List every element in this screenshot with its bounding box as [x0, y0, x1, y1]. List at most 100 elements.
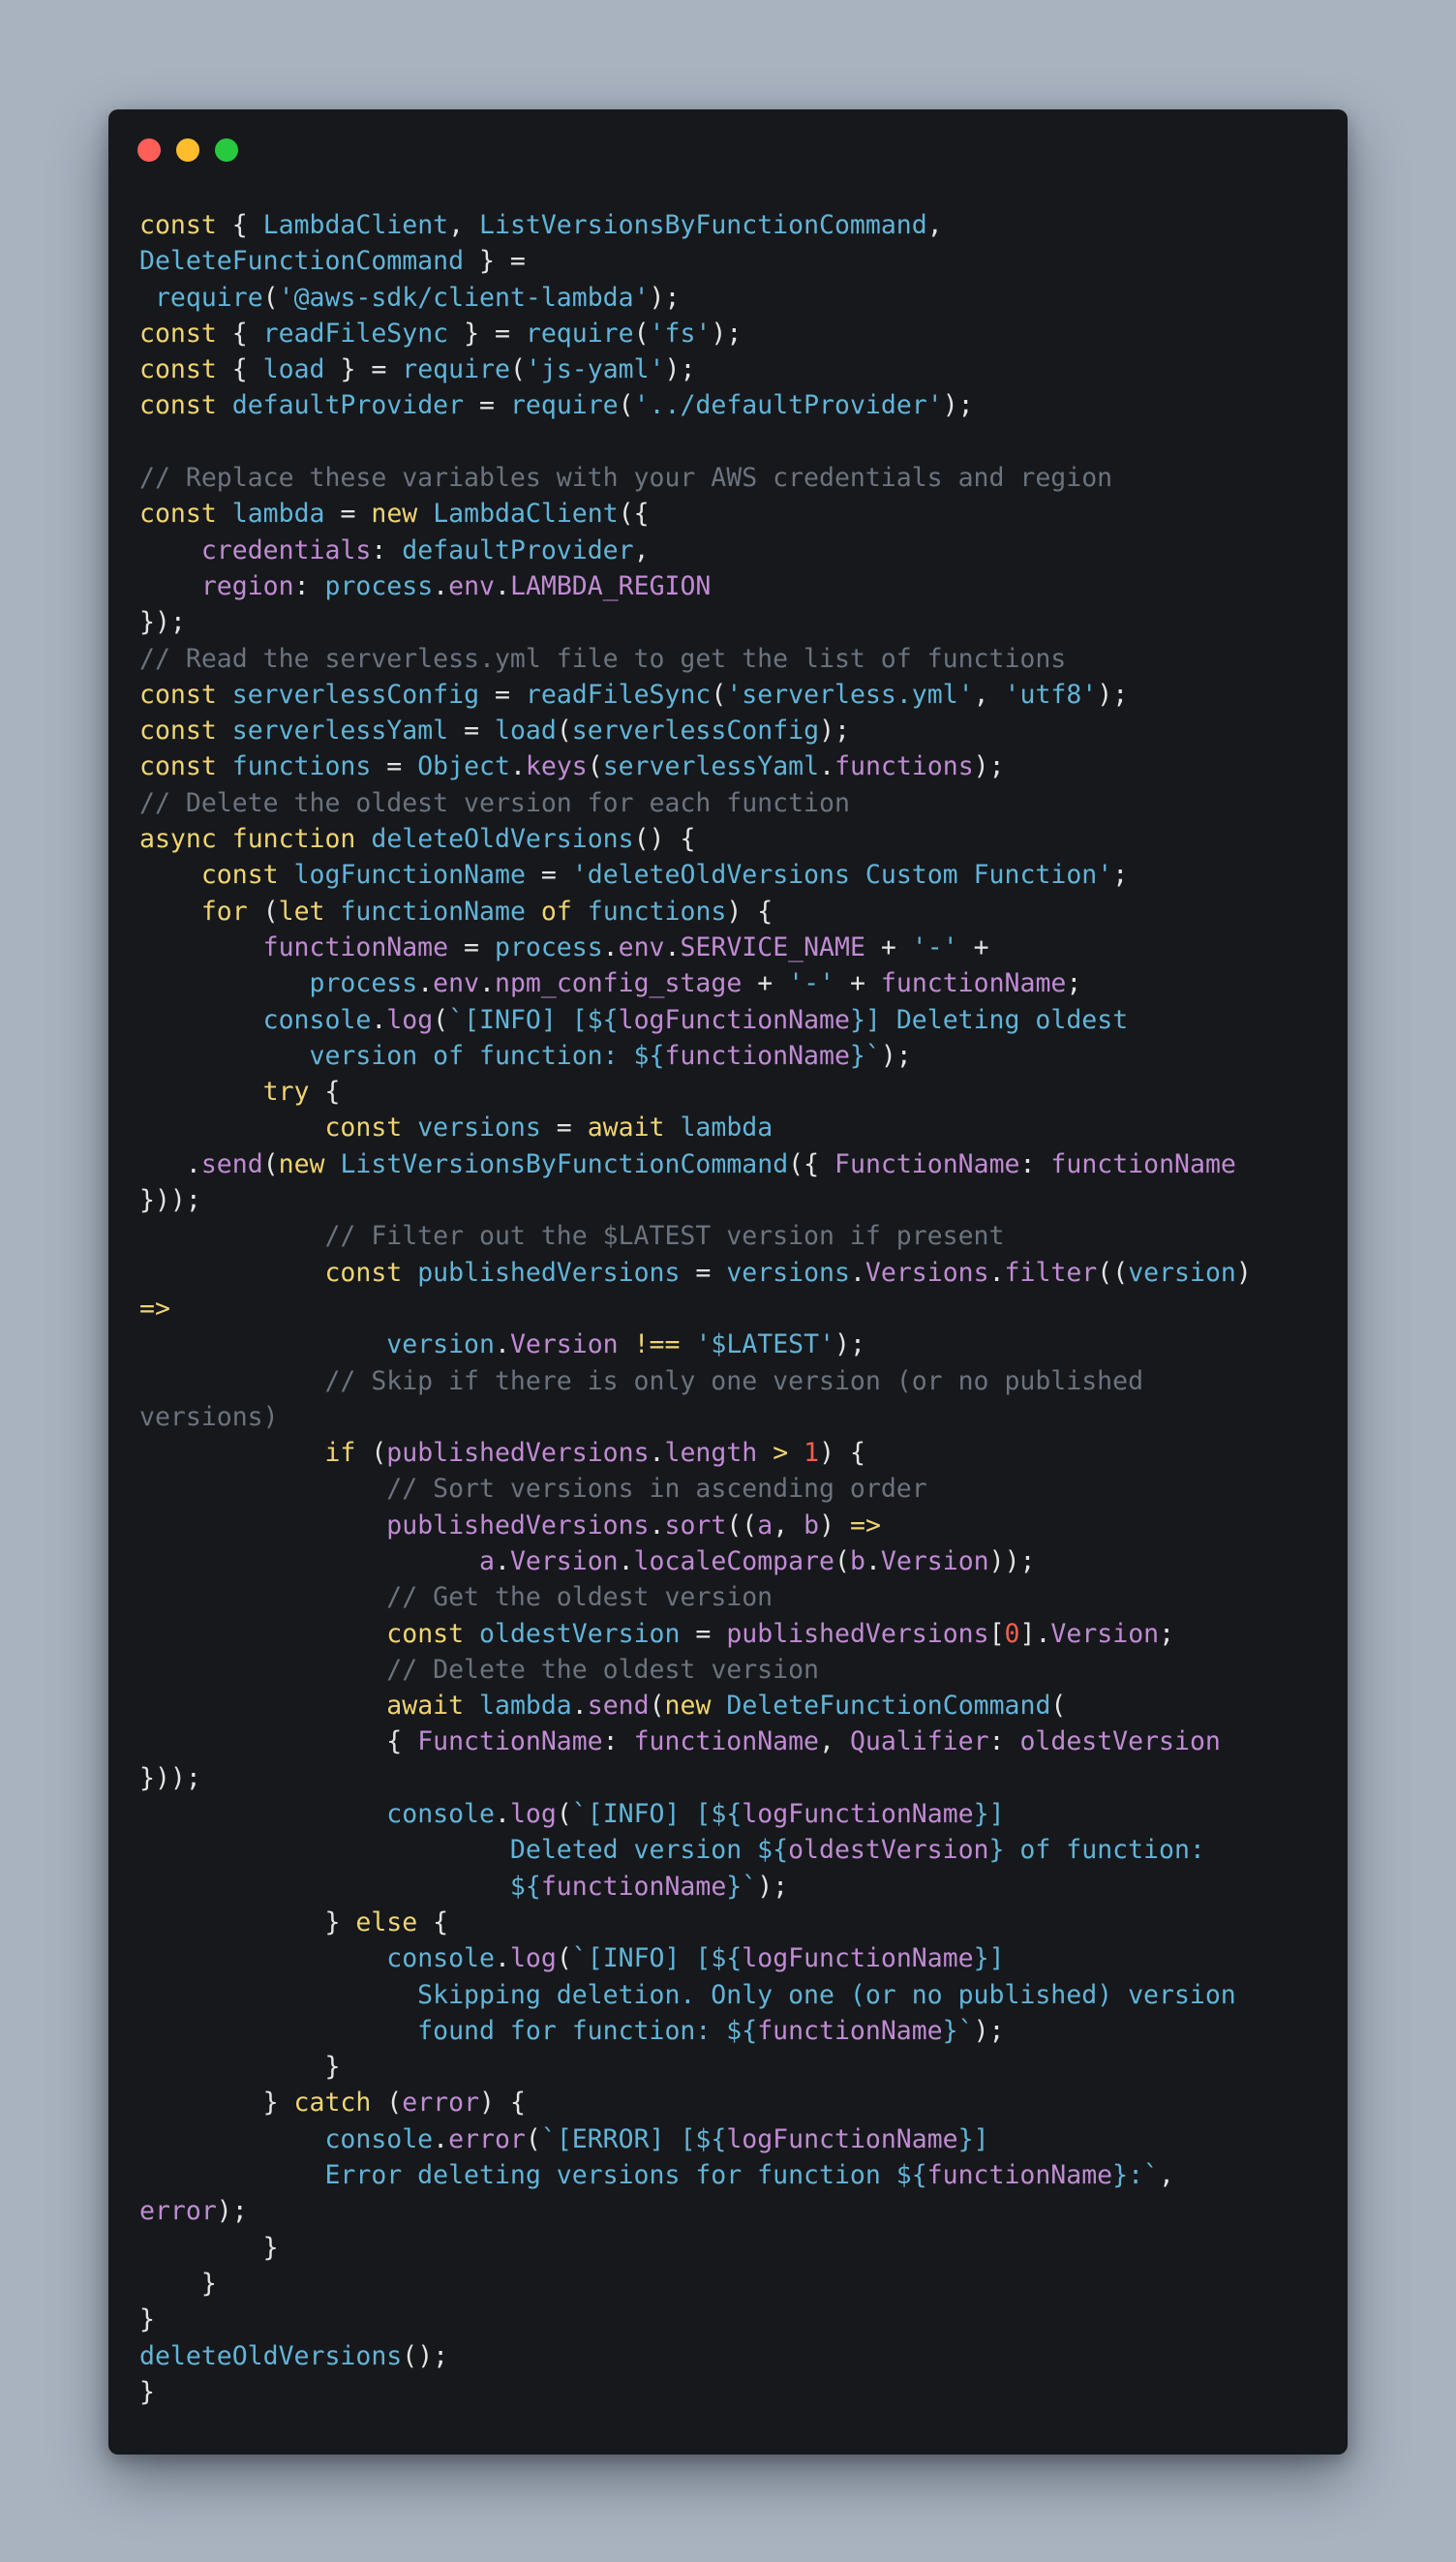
code-token: }: [139, 2232, 279, 2263]
code-line: const serverlessYaml = load(serverlessCo…: [139, 713, 1328, 748]
code-token: (: [262, 282, 279, 313]
code-token: env: [448, 570, 496, 601]
code-line: version.Version !== '$LATEST');: [139, 1327, 1328, 1362]
code-token: ) {: [726, 896, 774, 927]
code-token: .: [819, 751, 835, 782]
code-token: ): [819, 1510, 851, 1540]
code-token: }:`: [1112, 2160, 1159, 2191]
code-token: oldestVersion: [1019, 1726, 1221, 1757]
code-line: credentials: defaultProvider,: [139, 533, 1328, 568]
code-token: ,: [448, 210, 480, 240]
code-block: const { LambdaClient, ListVersionsByFunc…: [139, 207, 1328, 2410]
code-token: const: [200, 860, 279, 891]
minimize-dot-icon[interactable]: [176, 138, 199, 162]
code-token: ();: [402, 2340, 449, 2371]
code-token: ${: [139, 1871, 541, 1902]
code-token: :: [293, 570, 325, 601]
code-token: .: [649, 1438, 665, 1469]
code-token: await: [386, 1691, 465, 1722]
code-line: const serverlessConfig = readFileSync('s…: [139, 677, 1328, 713]
close-dot-icon[interactable]: [137, 138, 161, 162]
code-token: =>: [850, 1510, 881, 1540]
code-line: await lambda.send(new DeleteFunctionComm…: [139, 1688, 1328, 1723]
code-token: );: [942, 390, 974, 421]
code-token: logFunctionName: [726, 2123, 958, 2154]
code-token: }: [139, 2268, 217, 2299]
code-token: }]: [973, 1943, 1005, 1974]
code-token: );: [973, 751, 1005, 782]
code-token: ,: [926, 210, 943, 240]
code-token: async: [139, 824, 217, 855]
code-token: a: [479, 1545, 495, 1576]
code-token: Version: [509, 1545, 619, 1576]
code-token: +: [742, 968, 789, 999]
code-token: );: [834, 1329, 865, 1360]
code-token: ) {: [819, 1438, 865, 1469]
code-token: const: [139, 499, 217, 530]
code-line: try {: [139, 1074, 1328, 1110]
code-token: readFileSync: [525, 679, 712, 710]
code-line: const { load } = require('js-yaml');: [139, 351, 1328, 387]
code-line: a.Version.localeCompare(b.Version));: [139, 1543, 1328, 1579]
code-token: Object: [417, 751, 510, 782]
maximize-dot-icon[interactable]: [215, 138, 238, 162]
code-token: .: [602, 931, 619, 962]
code-token: (: [587, 751, 603, 782]
code-token: DeleteFunctionCommand: [139, 246, 465, 277]
code-token: .: [417, 968, 434, 999]
code-token: }`: [726, 1871, 758, 1902]
code-token: Deleted version ${: [139, 1835, 789, 1866]
code-token: (: [556, 1799, 572, 1830]
code-line: Error deleting versions for function ${f…: [139, 2157, 1328, 2193]
code-token: new: [371, 499, 418, 530]
code-token: LAMBDA_REGION: [509, 570, 712, 601]
code-token: }`: [849, 1040, 881, 1071]
code-token: }: [139, 2376, 155, 2407]
code-line: const { LambdaClient, ListVersionsByFunc…: [139, 207, 1328, 243]
code-token: functionName: [540, 1871, 727, 1902]
code-token: .: [494, 1329, 510, 1360]
code-line: require('@aws-sdk/client-lambda');: [139, 280, 1328, 316]
code-token: (: [355, 1438, 387, 1469]
code-token: =: [479, 679, 526, 710]
code-token: length: [664, 1438, 758, 1469]
code-token: );: [819, 716, 850, 747]
code-token: (: [1050, 1691, 1067, 1722]
code-token: '../defaultProvider': [633, 390, 943, 421]
code-token: =: [448, 716, 495, 747]
code-token: publishedVersions: [417, 1257, 681, 1288]
code-token: `[INFO] [${: [571, 1799, 743, 1830]
code-token: of: [540, 896, 572, 927]
code-token: b: [849, 1545, 865, 1576]
code-token: else: [355, 1906, 418, 1937]
code-token: '@aws-sdk/client-lambda': [278, 282, 650, 313]
code-token: }: [139, 2052, 341, 2083]
code-token: versions): [139, 1401, 279, 1432]
code-token: const: [139, 318, 217, 349]
code-token: 1: [804, 1438, 820, 1469]
code-token: defaultProvider: [402, 534, 634, 565]
code-token: );: [880, 1040, 912, 1071]
code-token: lambda: [231, 499, 325, 530]
code-token: versions: [417, 1113, 541, 1144]
code-token: 'deleteOldVersions Custom Function': [571, 860, 1113, 891]
code-token: );: [649, 282, 681, 313]
code-token: '$LATEST': [695, 1329, 835, 1360]
code-token: (: [556, 1943, 572, 1974]
code-token: console: [324, 2123, 434, 2154]
code-token: .: [494, 1943, 510, 1974]
